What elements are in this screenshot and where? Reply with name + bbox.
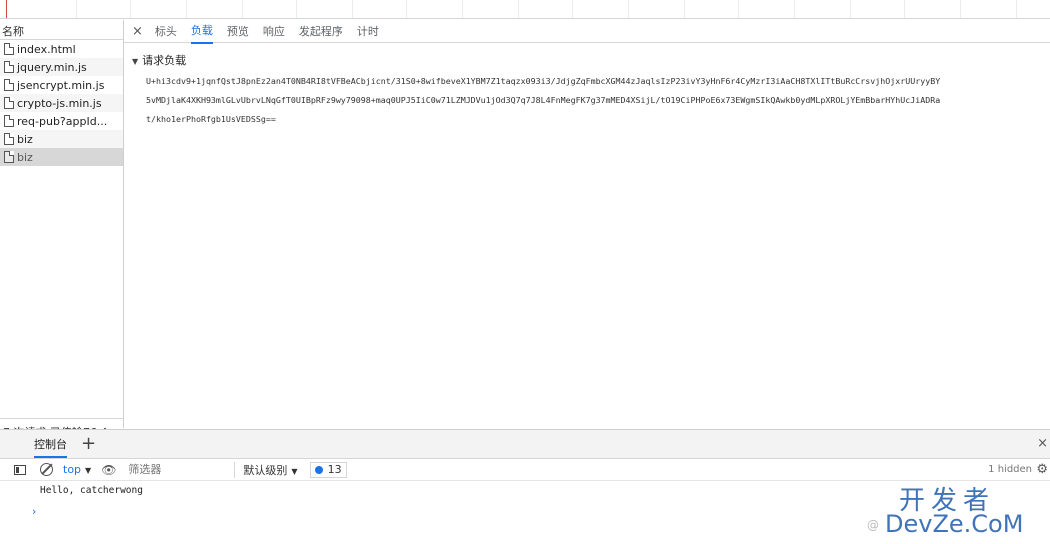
message-icon [314,465,323,474]
expand-triangle-icon: ▼ [132,57,139,66]
network-timeline[interactable] [0,0,1050,19]
live-expression-eye-icon[interactable]: 👁 [101,463,116,477]
dropdown-caret-icon: ▼ [85,466,92,475]
payload-section-header[interactable]: ▼ 请求负载 [132,52,186,68]
file-icon [4,61,14,73]
request-row[interactable]: jsencrypt.min.js [0,76,123,94]
timeline-tick [738,0,739,18]
watermark-logo: @ 开发者 DevZe.CoM [857,480,1042,540]
timeline-tick [572,0,573,18]
tab-response[interactable]: 响应 [263,19,285,43]
tab-initiator[interactable]: 发起程序 [299,19,343,43]
gear-icon[interactable]: ⚙ [1036,462,1048,477]
request-row[interactable]: jquery.min.js [0,58,123,76]
request-name: req-pub?appId... [17,114,108,128]
timeline-tick [794,0,795,18]
timeline-tick [296,0,297,18]
timeline-tick [76,0,77,18]
context-value: top [63,463,82,476]
close-drawer-icon[interactable]: × [1037,436,1048,451]
file-icon [4,115,14,127]
tab-preview[interactable]: 预览 [227,19,249,43]
timeline-tick [628,0,629,18]
request-name: biz [17,150,33,164]
timeline-tick [518,0,519,18]
timeline-tick [406,0,407,18]
dropdown-caret-icon: ▼ [291,466,298,476]
tab-console[interactable]: 控制台 [34,430,67,458]
timeline-tick [186,0,187,18]
tab-payload[interactable]: 负载 [190,18,213,44]
context-selector[interactable]: top ▼ [63,463,91,476]
clear-console-icon[interactable] [40,463,53,476]
timeline-marker [6,0,7,18]
detail-tabbar: × 标头 负载 预览 响应 发起程序 计时 [124,18,1050,44]
file-icon [4,133,14,145]
timeline-tick [130,0,131,18]
devtools-window: 名称 index.html jquery.min.js jsencrypt.mi… [0,0,1050,544]
column-header-name[interactable]: 名称 [0,20,123,40]
request-row[interactable]: req-pub?appId... [0,112,123,130]
tab-headers[interactable]: 标头 [155,19,177,43]
payload-line: t/kho1erPhoRfgb1UsVEDSSg== [146,114,276,124]
request-row-selected[interactable]: biz [0,148,123,166]
request-details: × 标头 负载 预览 响应 发起程序 计时 ▼ 请求负载 U+hi3cdv9+1j… [124,20,1050,428]
payload-section-title: 请求负载 [142,54,187,67]
request-name: jquery.min.js [17,60,87,74]
timeline-tick [960,0,961,18]
timeline-tick [352,0,353,18]
file-icon [4,79,14,91]
filter-input[interactable] [126,460,227,479]
divider [234,461,236,478]
timeline-tick [684,0,685,18]
request-list: 名称 index.html jquery.min.js jsencrypt.mi… [0,20,124,439]
issues-count: 13 [327,463,342,476]
timeline-tick [904,0,905,18]
log-levels-dropdown[interactable]: 默认级别 ▼ [243,462,297,478]
request-row[interactable]: biz [0,130,123,148]
request-name: biz [17,132,33,146]
request-row[interactable]: crypto-js.min.js [0,94,123,112]
issues-badge[interactable]: 13 [309,461,347,478]
payload-content: U+hi3cdv9+1jqnfQstJ8pnEz2an4T0NB4RI8tVFB… [146,72,1046,129]
watermark-en: DevZe.CoM [885,510,1024,538]
drawer-tabbar: 控制台 + × [0,430,1050,459]
request-name: jsencrypt.min.js [17,78,105,92]
watermark-at: @ [867,518,879,532]
sidebar-toggle-icon[interactable] [14,464,26,475]
request-name: crypto-js.min.js [17,96,102,110]
timeline-tick [850,0,851,18]
hidden-messages-count: 1 hidden [988,464,1032,475]
console-prompt[interactable]: › [32,505,36,518]
request-name: index.html [17,42,76,56]
file-icon [4,43,14,55]
file-icon [4,151,14,163]
tab-timing[interactable]: 计时 [357,19,379,43]
log-levels-value: 默认级别 [243,463,288,477]
timeline-tick [1016,0,1017,18]
payload-line: 5vMDjlaK4XKH93mlGLvUbrvLNqGfT0UIBpRFz9wy… [146,95,941,105]
payload-line: U+hi3cdv9+1jqnfQstJ8pnEz2an4T0NB4RI8tVFB… [146,76,941,86]
timeline-tick [462,0,463,18]
add-tab-icon[interactable]: + [81,435,96,453]
timeline-tick [242,0,243,18]
console-toolbar: top▼ 👁 默认级别▼ 13 1 hidden ⚙ [0,459,1050,481]
file-icon [4,97,14,109]
close-icon[interactable]: × [132,24,143,39]
request-row[interactable]: index.html [0,40,123,58]
